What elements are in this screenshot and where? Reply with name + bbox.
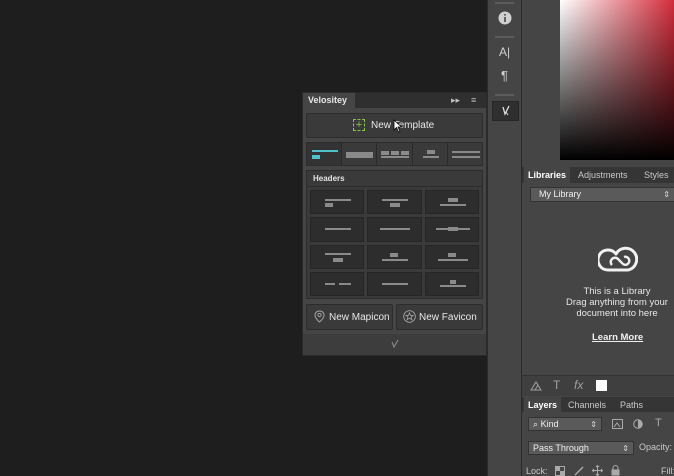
layer-filter-kind[interactable]: ⌕ Kind ⇕ [528,417,602,431]
dropdown-arrow-icon: ⇕ [590,420,597,429]
lock-label: Lock: [526,466,548,476]
layout-option-4[interactable] [413,143,448,165]
layout-selector [306,142,483,166]
add-graphic-icon[interactable] [530,380,543,391]
mouse-cursor-icon [393,119,403,133]
type-tool-icon[interactable]: A| [492,43,517,61]
lock-position-icon[interactable] [592,465,603,476]
map-pin-icon [314,310,325,323]
velositey-panel: Velositey ▸▸ ≡ + New Template Headers Ne… [302,92,487,356]
info-icon[interactable] [492,9,517,27]
filter-pixel-icon[interactable] [612,419,623,429]
learn-more-link[interactable]: Learn More [592,332,643,343]
new-mapicon-button[interactable]: New Mapicon [306,304,393,330]
paragraph-icon[interactable]: ¶ [492,67,517,85]
header-template[interactable] [367,271,422,296]
dropdown-arrow-icon: ⇕ [622,444,629,453]
header-template[interactable] [424,244,479,269]
header-template[interactable] [424,271,479,296]
layer-filter-value: Kind [540,419,559,429]
lock-transparent-pixels-icon[interactable] [555,466,565,476]
star-icon [403,310,416,323]
tab-paths[interactable]: Paths [620,397,643,413]
tab-channels[interactable]: Channels [568,397,606,413]
panel-menu-icon[interactable]: ≡ [471,93,476,108]
header-template[interactable] [310,244,365,269]
layers-controls: ⌕ Kind ⇕ T Pass Through ⇕ Opacity: Lock: [522,412,674,476]
creative-cloud-icon [598,246,638,272]
lock-image-pixels-icon[interactable] [574,466,585,476]
libraries-tabs: Libraries Adjustments Styles [522,167,674,183]
blend-mode-dropdown[interactable]: Pass Through ⇕ [528,441,634,455]
header-template[interactable] [424,217,479,242]
tool-strip: A| ¶ [487,0,521,476]
layout-option-3[interactable] [377,143,413,165]
header-template[interactable] [310,271,365,296]
library-empty-message: This is a Library Drag anything from you… [542,286,674,319]
header-template[interactable] [367,190,422,215]
header-template[interactable] [367,244,422,269]
library-empty-title: This is a Library [583,286,651,297]
new-favicon-label: New Favicon [419,312,477,323]
tab-libraries[interactable]: Libraries [524,167,571,183]
opacity-label: Opacity: [639,442,673,452]
new-mapicon-label: New Mapicon [329,312,390,323]
layout-option-2[interactable] [342,143,378,165]
add-character-style-icon[interactable]: T [553,378,560,392]
library-toolbar: T fx [522,375,674,396]
header-template[interactable] [310,217,365,242]
blend-mode-value: Pass Through [533,443,589,453]
header-template[interactable] [310,190,365,215]
layout-option-1[interactable] [307,143,343,165]
add-layer-style-icon[interactable]: fx [574,378,583,392]
add-icon: + [353,119,365,131]
lock-all-icon[interactable] [611,465,620,476]
library-dropdown-value: My Library [539,189,582,199]
tab-styles[interactable]: Styles [644,167,669,183]
filter-adjustment-icon[interactable] [633,419,643,429]
library-empty-line2: Drag anything from your [566,297,668,308]
header-template-grid [310,190,479,296]
right-panel-dock: Libraries Adjustments Styles My Library … [521,0,674,476]
layout-option-5[interactable] [448,143,482,165]
headers-section: Headers [306,170,483,299]
header-template[interactable] [367,217,422,242]
add-color-swatch-icon[interactable] [596,380,607,391]
panel-tab-velositey[interactable]: Velositey [303,93,355,108]
fill-label: Fill: [661,466,674,476]
library-empty-line3: document into here [576,308,658,319]
new-template-button[interactable]: + New Template [306,113,483,138]
layers-tabs: Layers Channels Paths [522,397,674,413]
expand-icon[interactable]: ▸▸ [451,93,460,108]
dropdown-arrow-icon: ⇕ [663,190,670,199]
new-favicon-button[interactable]: New Favicon [396,304,483,330]
brush-preset-icon[interactable] [492,101,519,121]
headers-title: Headers [313,174,345,183]
panel-titlebar: Velositey ▸▸ ≡ [303,93,486,108]
filter-type-icon[interactable]: T [655,417,662,429]
velositey-logo-icon [391,339,399,349]
search-icon: ⌕ [533,419,539,429]
tab-layers[interactable]: Layers [524,397,562,413]
library-dropdown[interactable]: My Library ⇕ [530,187,674,202]
color-picker-field[interactable] [560,0,674,160]
header-template[interactable] [424,190,479,215]
panel-footer [303,334,486,355]
tab-adjustments[interactable]: Adjustments [578,167,628,183]
